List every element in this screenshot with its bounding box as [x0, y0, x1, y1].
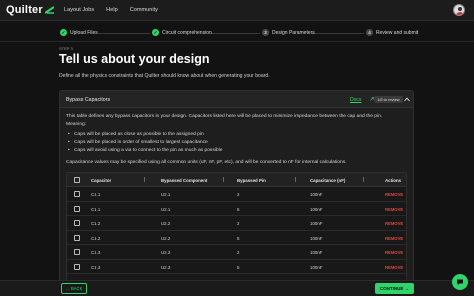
step-design-parameters[interactable]: 3 Design Parameters [262, 29, 315, 36]
continue-button[interactable]: CONTINUE → [375, 283, 414, 294]
table-row: C1.2 U2.2 2 100nF REMOVE [67, 216, 406, 231]
panel-header[interactable]: Bypass Capacitors Docs 1/8 to review [60, 91, 413, 108]
col-header[interactable]: Capacitor [91, 178, 111, 183]
cell-capacitance[interactable]: 100nF [310, 192, 322, 197]
row-checkbox[interactable] [74, 205, 80, 212]
step-number: 4 [366, 29, 373, 36]
bullet-item: Caps will be placed in order of smallest… [68, 140, 208, 145]
col-header: Actions [385, 177, 402, 183]
bypass-capacitor-table: Capacitor Bypassed Component Bypassed Pi… [66, 172, 407, 285]
cell-pin[interactable]: 2 [237, 250, 239, 255]
step-circuit-comprehension[interactable]: ✓ Circuit comprehension [152, 29, 212, 36]
check-icon: ✓ [60, 29, 67, 36]
step-label: Circuit comprehension [162, 29, 212, 36]
cell-pin[interactable]: 5 [237, 207, 239, 212]
chevron-up-icon[interactable] [404, 97, 410, 102]
step-label: Upload Files [70, 29, 98, 36]
progress-stepper: ✓ Upload Files ✓ Circuit comprehension 3… [0, 24, 474, 42]
back-button[interactable]: ← BACK [61, 283, 87, 294]
chat-button[interactable] [452, 274, 468, 290]
cell-capacitance[interactable]: 100nF [310, 265, 322, 270]
table-row: C1.3 U2.3 5 100nF REMOVE [67, 260, 406, 274]
select-all-checkbox[interactable] [74, 177, 80, 183]
bullet-item: Caps will avoid using a via to connect t… [68, 148, 222, 153]
cell-pin[interactable]: 2 [237, 221, 239, 226]
bullet-item: Caps will be placed as close as possible… [68, 132, 204, 137]
step-number: 3 [262, 29, 269, 36]
col-header[interactable]: Capacitance (nF) [310, 178, 345, 183]
cell-pin[interactable]: 5 [237, 265, 239, 270]
cell-capacitor[interactable]: C1.1 [91, 192, 100, 197]
brand-name: Quilter [6, 4, 43, 16]
row-checkbox[interactable] [74, 234, 80, 241]
cell-capacitor[interactable]: C1.3 [91, 250, 100, 255]
logo-mark-icon [44, 6, 54, 14]
cell-component[interactable]: U2.1 [161, 207, 170, 212]
col-header[interactable]: Bypassed Pin [237, 178, 266, 183]
review-badge: 1/8 to review [374, 96, 403, 103]
panel-description: This table defines any bypass capacitors… [66, 114, 383, 119]
col-header[interactable]: Bypassed Component [161, 178, 207, 183]
page-subtitle: Define all the physics constraints that … [59, 73, 270, 79]
step-review-submit[interactable]: 4 Review and submit [366, 29, 418, 36]
table-row: C1.2 U2.2 5 100nF REMOVE [67, 231, 406, 245]
remove-button[interactable]: REMOVE [385, 207, 403, 212]
remove-button[interactable]: REMOVE [385, 236, 403, 241]
row-checkbox[interactable] [74, 249, 80, 255]
page-title: Tell us about your design [59, 52, 210, 66]
row-checkbox[interactable] [74, 191, 80, 197]
cell-capacitor[interactable]: C1.2 [91, 221, 100, 226]
cell-component[interactable]: U2.3 [161, 250, 170, 255]
cell-component[interactable]: U2.1 [161, 192, 170, 197]
docs-link[interactable]: Docs [350, 97, 361, 103]
row-checkbox[interactable] [74, 263, 80, 270]
table-row: C1.1 U2.1 2 100nF REMOVE [67, 187, 406, 202]
cell-pin[interactable]: 5 [237, 236, 239, 241]
cell-capacitor[interactable]: C1.1 [91, 207, 100, 212]
row-checkbox[interactable] [74, 220, 80, 226]
cell-capacitance[interactable]: 100nF [310, 221, 322, 226]
chat-icon [457, 279, 463, 285]
remove-button[interactable]: REMOVE [385, 265, 403, 270]
remove-button[interactable]: REMOVE [385, 250, 403, 255]
cell-capacitor[interactable]: C1.3 [91, 265, 100, 270]
panel-title: Bypass Capacitors [66, 97, 111, 103]
nav-layout-jobs[interactable]: Layout Jobs [64, 7, 94, 13]
cell-pin[interactable]: 2 [237, 192, 239, 197]
units-note: Capacitance values may be specified usin… [66, 160, 347, 165]
remove-button[interactable]: REMOVE [385, 192, 403, 197]
cell-capacitance[interactable]: 100nF [310, 207, 322, 212]
step-label: Review and submit [376, 29, 419, 36]
nav-community[interactable]: Community [130, 7, 158, 13]
nav-help[interactable]: Help [106, 7, 118, 13]
table-header: Capacitor Bypassed Component Bypassed Pi… [67, 173, 406, 187]
cell-component[interactable]: U2.2 [161, 236, 170, 241]
cell-capacitance[interactable]: 100nF [310, 250, 322, 255]
cell-component[interactable]: U2.3 [161, 265, 170, 270]
meaning-label: Meaning: [66, 122, 87, 127]
step-upload-files[interactable]: ✓ Upload Files [60, 29, 98, 36]
step-label: Design Parameters [272, 29, 315, 36]
bypass-capacitors-panel: Bypass Capacitors Docs 1/8 to review Thi… [59, 90, 414, 286]
cell-component[interactable]: U2.2 [161, 221, 170, 226]
cell-capacitor[interactable]: C1.2 [91, 236, 100, 241]
table-row: C1.1 U2.1 5 100nF REMOVE [67, 202, 406, 216]
cell-capacitance[interactable]: 100nF [310, 236, 322, 241]
step-tag: STEP 3 [59, 46, 73, 51]
remove-button[interactable]: REMOVE [385, 221, 403, 226]
table-row: C1.3 U2.3 2 100nF REMOVE [67, 245, 406, 260]
brand-logo[interactable]: Quilter [6, 4, 56, 16]
check-icon: ✓ [152, 29, 159, 36]
bottom-action-bar: ← BACK CONTINUE → [0, 280, 474, 296]
top-nav: Quilter Layout Jobs Help Community [0, 0, 474, 21]
avatar[interactable] [453, 4, 465, 16]
